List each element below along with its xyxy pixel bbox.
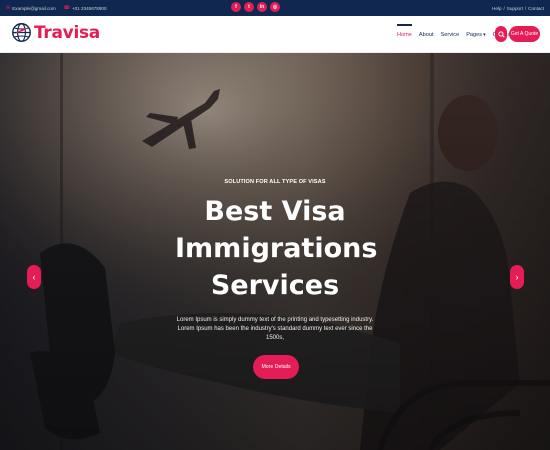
site-header: Travisa Home About Service Pages ▾ Conta… [0, 16, 550, 53]
phone-text: +01 2345678900 [71, 5, 107, 11]
help-link[interactable]: Help [492, 6, 501, 11]
support-link[interactable]: Support [507, 6, 523, 11]
top-links: Help / Support / Contact [492, 0, 544, 16]
phone-info[interactable]: ☎ +01 2345678900 [64, 5, 107, 11]
nav-about[interactable]: About [419, 16, 434, 53]
chevron-right-icon: › [515, 272, 519, 282]
nav-service[interactable]: Service [441, 16, 460, 53]
get-quote-button[interactable]: Get A Quote [509, 26, 540, 42]
next-slide-button[interactable]: › [510, 265, 524, 289]
separator: / [503, 5, 505, 11]
hero-description: Lorem Ipsum is simply dummy text of the … [176, 317, 374, 341]
instagram-icon[interactable]: ◎ [270, 2, 280, 12]
nav-home[interactable]: Home [397, 16, 412, 53]
hero-title-line: Best Visa [204, 196, 346, 227]
email-text: Example@gmail.com [12, 5, 56, 11]
linkedin-icon[interactable]: in [257, 2, 267, 12]
social-links: f t in ◎ [231, 2, 280, 12]
email-info[interactable]: ✉ Example@gmail.com [6, 5, 56, 11]
search-button[interactable] [495, 26, 507, 42]
logo[interactable]: Travisa [11, 22, 100, 43]
prev-slide-button[interactable]: ‹ [27, 265, 41, 289]
hero-title-line: Immigrations [175, 233, 378, 264]
globe-icon [12, 23, 31, 42]
nav-pages[interactable]: Pages ▾ [466, 16, 485, 53]
hero-title: Best Visa Immigrations Services [175, 193, 378, 304]
contact-link[interactable]: Contact [528, 6, 544, 11]
facebook-icon[interactable]: f [231, 2, 241, 12]
hero-slider: SOLUTION FOR ALL TYPE OF VISAS Best Visa… [0, 53, 550, 450]
separator: / [524, 5, 527, 11]
chevron-down-icon: ▾ [483, 31, 486, 38]
top-bar: ✉ Example@gmail.com ☎ +01 2345678900 f t… [0, 0, 550, 16]
chevron-left-icon: ‹ [32, 272, 36, 282]
logo-text: Travisa [34, 22, 100, 43]
search-icon [497, 30, 505, 38]
envelope-icon: ✉ [6, 5, 11, 11]
more-details-button[interactable]: More Details [253, 355, 299, 379]
hero-title-line: Services [210, 270, 340, 301]
contact-info: ✉ Example@gmail.com ☎ +01 2345678900 [6, 0, 107, 16]
nav-pages-label: Pages [466, 31, 483, 38]
hero-tagline: SOLUTION FOR ALL TYPE OF VISAS [224, 179, 326, 185]
twitter-icon[interactable]: t [244, 2, 254, 12]
phone-icon: ☎ [63, 5, 70, 11]
